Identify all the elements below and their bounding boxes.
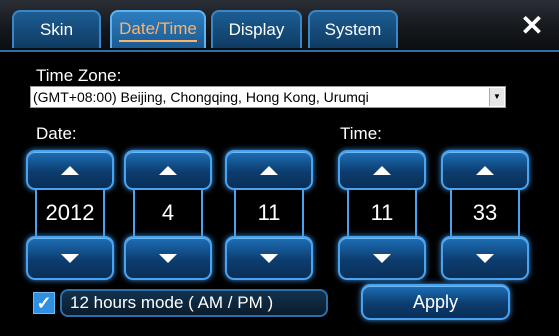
checkmark-icon: ✓ (36, 292, 52, 313)
day-spinner: 11 (225, 150, 313, 282)
month-spinner: 4 (124, 150, 212, 282)
close-icon[interactable]: ✕ (517, 10, 547, 41)
day-down-button[interactable] (225, 236, 313, 280)
twelve-hour-label[interactable]: 12 hours mode ( AM / PM ) (60, 289, 328, 317)
minute-up-button[interactable] (441, 150, 529, 190)
minute-spinner: 33 (441, 150, 529, 282)
tab-system-label: System (324, 20, 382, 39)
timezone-label: Time Zone: (36, 66, 122, 85)
up-arrow-icon (476, 165, 494, 175)
year-spinner: 2012 (26, 150, 114, 282)
time-label: Time: (340, 124, 382, 143)
hour-up-button[interactable] (338, 150, 426, 190)
down-arrow-icon (61, 253, 79, 263)
down-arrow-icon (260, 253, 278, 263)
date-label: Date: (36, 124, 77, 143)
up-arrow-icon (373, 165, 391, 175)
hour-spinner: 11 (338, 150, 426, 282)
tab-date-time[interactable]: Date/Time (110, 10, 206, 48)
up-arrow-icon (159, 165, 177, 175)
month-up-button[interactable] (124, 150, 212, 190)
down-arrow-icon (373, 253, 391, 263)
month-down-button[interactable] (124, 236, 212, 280)
hour-value: 11 (347, 190, 417, 236)
dropdown-arrow-icon[interactable]: ▼ (489, 88, 504, 106)
tab-skin[interactable]: Skin (12, 10, 101, 48)
hour-down-button[interactable] (338, 236, 426, 280)
minute-down-button[interactable] (441, 236, 529, 280)
up-arrow-icon (260, 165, 278, 175)
month-value: 4 (133, 190, 203, 236)
tab-skin-label: Skin (39, 20, 74, 39)
apply-button[interactable]: Apply (361, 284, 510, 320)
year-up-button[interactable] (26, 150, 114, 190)
day-up-button[interactable] (225, 150, 313, 190)
year-value: 2012 (35, 190, 105, 236)
down-arrow-icon (159, 253, 177, 263)
up-arrow-icon (61, 165, 79, 175)
tab-system[interactable]: System (308, 10, 398, 48)
minute-value: 33 (450, 190, 520, 236)
timezone-select[interactable]: (GMT+08:00) Beijing, Chongqing, Hong Kon… (30, 86, 506, 108)
day-value: 11 (234, 190, 304, 236)
timezone-value: (GMT+08:00) Beijing, Chongqing, Hong Kon… (33, 89, 369, 105)
tab-display[interactable]: Display (211, 10, 302, 48)
down-arrow-icon (476, 253, 494, 263)
twelve-hour-checkbox[interactable]: ✓ (33, 292, 55, 314)
tab-date-time-label: Date/Time (119, 19, 197, 42)
tab-display-label: Display (228, 20, 285, 39)
tab-bar: Skin Date/Time Display System ✕ (0, 0, 559, 52)
year-down-button[interactable] (26, 236, 114, 280)
